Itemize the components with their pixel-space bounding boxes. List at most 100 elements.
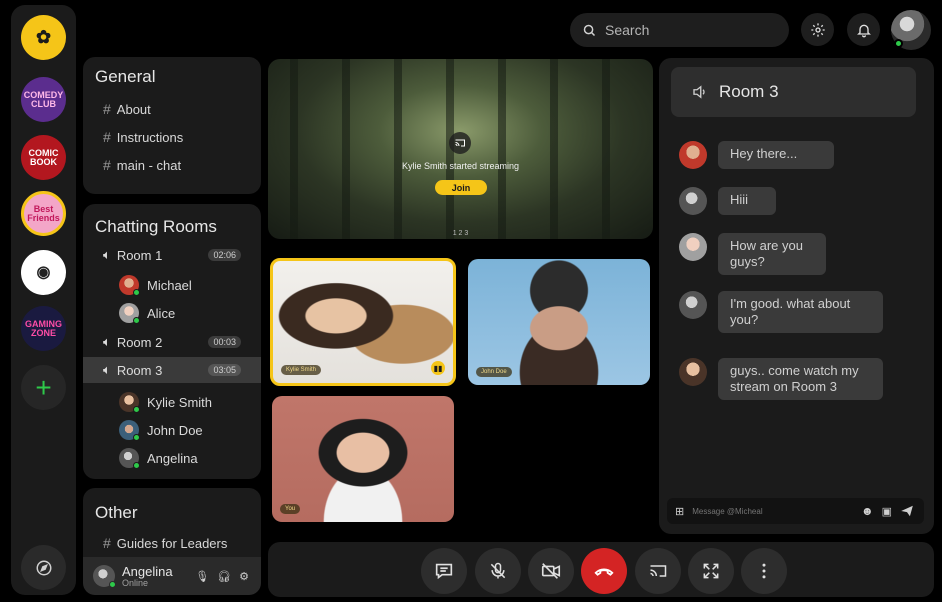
phone-hangup-icon: [594, 568, 614, 576]
hash-icon: #: [103, 101, 111, 117]
user-status: Online: [122, 577, 149, 588]
participant-name-tag: You: [280, 504, 301, 514]
more-options-button[interactable]: [741, 548, 787, 594]
avatar[interactable]: [93, 565, 116, 588]
avatar: [119, 420, 140, 441]
chat-panel: Room 3 Hey there... Hiii How are you guy…: [659, 58, 934, 534]
online-indicator: [894, 39, 903, 48]
hash-icon: #: [103, 129, 111, 145]
camera-off-button[interactable]: [528, 548, 574, 594]
bell-icon: [856, 24, 871, 37]
room-timer: 03:05: [208, 364, 241, 376]
room-timer: 00:03: [208, 336, 241, 348]
user-name: Angelina: [122, 563, 173, 579]
screen-share-button[interactable]: [635, 548, 681, 594]
channel-about[interactable]: # About: [103, 101, 151, 117]
speaker-icon: 🔈︎: [103, 247, 111, 262]
headphones-icon[interactable]: 🎧︎: [217, 570, 231, 583]
member-michael[interactable]: Michael: [119, 275, 192, 296]
other-title: Other: [95, 503, 138, 522]
attach-plus-icon[interactable]: ⊞: [675, 505, 684, 518]
search-bar[interactable]: Search: [570, 13, 789, 47]
call-controls-bar: [268, 542, 934, 597]
compass-icon: [36, 560, 51, 575]
member-alice[interactable]: Alice: [119, 303, 175, 324]
participant-name-tag: Kylie Smith: [281, 365, 322, 375]
send-icon[interactable]: [900, 504, 914, 518]
explore-button[interactable]: [21, 545, 66, 590]
chat-bubble: How are you guys?: [718, 233, 826, 275]
room-1[interactable]: 🔈︎ Room 1 02:06: [83, 242, 261, 268]
emoji-icon[interactable]: ☻: [861, 504, 874, 518]
other-panel: Other # Guides for Leaders: [83, 488, 261, 557]
chat-message: Hiii: [679, 187, 776, 215]
chat-message: guys.. come watch my stream on Room 3: [679, 358, 883, 400]
server-comic-book[interactable]: COMIC BOOK: [21, 135, 66, 180]
video-tile-self[interactable]: You: [272, 396, 454, 522]
channel-main-chat[interactable]: # main - chat: [103, 157, 181, 173]
room-2[interactable]: 🔈︎ Room 2 00:03: [83, 329, 261, 355]
settings-button[interactable]: [801, 13, 834, 46]
chat-room-title: Room 3: [719, 82, 779, 101]
message-input[interactable]: [692, 506, 843, 516]
audio-wave-icon: ▮▮: [431, 361, 445, 375]
avatar: [679, 291, 707, 319]
chat-message: Hey there...: [679, 141, 834, 169]
hash-icon: #: [103, 157, 111, 173]
avatar: [119, 303, 140, 324]
expand-icon: [703, 563, 719, 579]
channel-guides-for-leaders[interactable]: # Guides for Leaders: [103, 535, 227, 551]
gear-icon[interactable]: ⚙︎: [239, 570, 249, 583]
sticker-icon[interactable]: ▣: [882, 505, 892, 518]
chat-bubble: Hey there...: [718, 141, 834, 169]
avatar: [119, 275, 140, 296]
hash-icon: #: [103, 535, 111, 551]
chat-message: How are you guys?: [679, 233, 826, 275]
avatar: [679, 233, 707, 261]
chat-button[interactable]: [421, 548, 467, 594]
room-3[interactable]: 🔈︎ Room 3 03:05: [83, 357, 261, 383]
member-kylie-smith[interactable]: Kylie Smith: [119, 392, 212, 413]
chat-message: I'm good. what about you?: [679, 291, 883, 333]
plus-icon: +: [35, 372, 52, 403]
end-call-button[interactable]: [581, 548, 627, 594]
more-vertical-icon: [762, 563, 766, 579]
profile-avatar[interactable]: [891, 10, 931, 50]
avatar: [119, 392, 140, 413]
mute-button[interactable]: [475, 548, 521, 594]
video-tile-john-doe[interactable]: John Doe: [468, 259, 650, 385]
avatar: [679, 141, 707, 169]
robot-icon: ◉: [36, 264, 51, 281]
microphone-off-icon: [490, 562, 506, 579]
chat-bubble: Hiii: [718, 187, 776, 215]
app-logo-icon[interactable]: ✿: [21, 15, 66, 60]
speaker-icon: 🔈︎: [103, 334, 111, 349]
server-gaming-zone[interactable]: GAMING ZONE: [21, 306, 66, 351]
chatting-rooms-title: Chatting Rooms: [95, 217, 217, 236]
speaker-icon: [693, 85, 705, 99]
server-comedy-club[interactable]: COMEDY CLUB: [21, 77, 66, 122]
fullscreen-button[interactable]: [688, 548, 734, 594]
member-john-doe[interactable]: John Doe: [119, 420, 203, 441]
video-tile-kylie-smith[interactable]: Kylie Smith ▮▮: [270, 258, 456, 386]
member-angelina[interactable]: Angelina: [119, 448, 198, 469]
stream-preview: Kylie Smith started streaming Join 1 2 3: [268, 59, 653, 239]
chatting-rooms-panel: Chatting Rooms 🔈︎ Room 1 02:06 Michael A…: [83, 204, 261, 479]
join-button[interactable]: Join: [435, 180, 487, 195]
video-off-icon: [541, 563, 561, 579]
channel-instructions[interactable]: # Instructions: [103, 129, 183, 145]
add-server-button[interactable]: +: [21, 365, 66, 410]
cast-icon: [449, 132, 471, 154]
server-rail: ✿ COMEDY CLUB COMIC BOOK Best Friends ◉ …: [11, 5, 76, 595]
notifications-button[interactable]: [847, 13, 880, 46]
server-robot[interactable]: ◉: [21, 250, 66, 295]
search-placeholder: Search: [605, 22, 650, 38]
server-best-friends[interactable]: Best Friends: [21, 191, 66, 236]
message-composer: ⊞ ☻ ▣: [667, 498, 924, 524]
avatar: [119, 448, 140, 469]
avatar: [679, 358, 707, 386]
gear-icon: [810, 22, 825, 37]
stream-message: Kylie Smith started streaming: [401, 161, 520, 171]
participant-name-tag: John Doe: [476, 367, 512, 377]
microphone-icon[interactable]: 🎙︎: [195, 570, 209, 583]
